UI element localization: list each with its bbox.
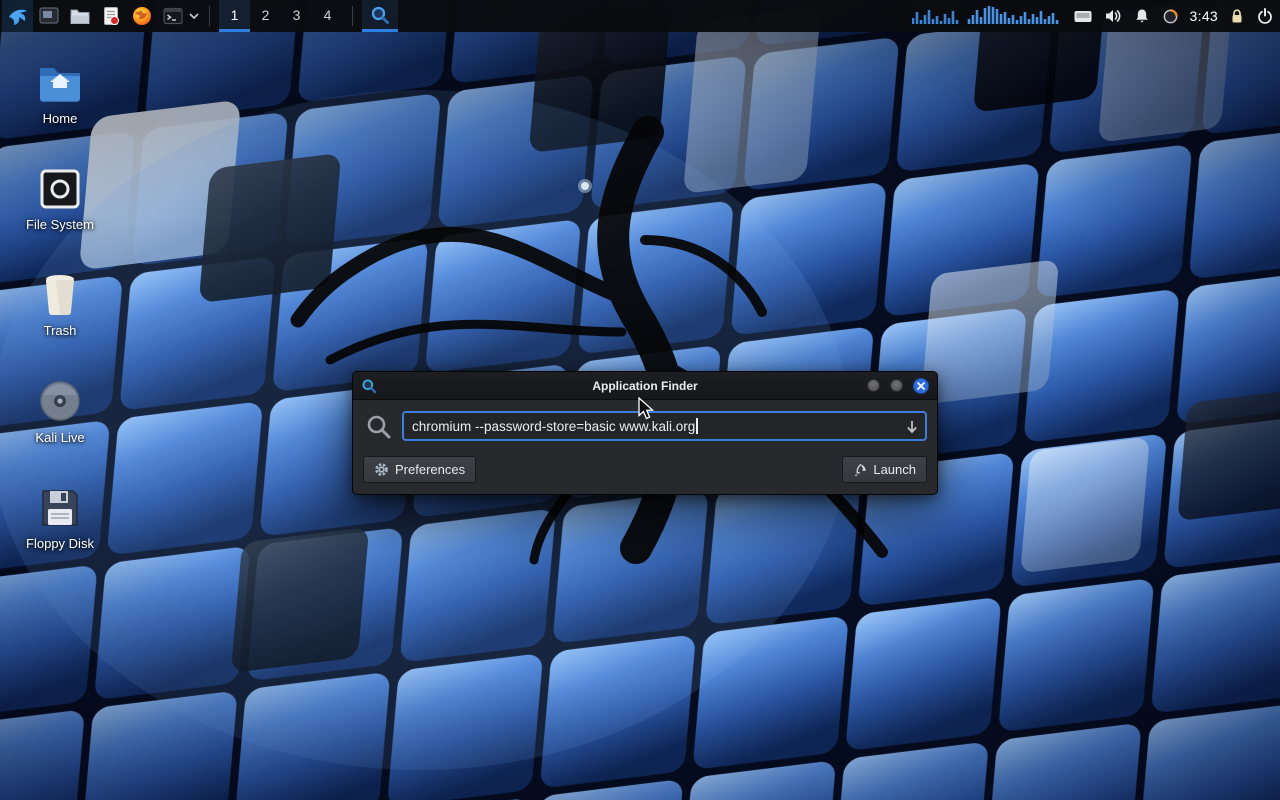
kali-menu-icon: [6, 4, 30, 28]
desktop-icon-label: Home: [12, 111, 108, 126]
launch-icon: [853, 463, 867, 477]
mouse-cursor: [637, 397, 657, 421]
desktop-icon-label: File System: [12, 217, 108, 232]
workspace-4[interactable]: 4: [312, 0, 343, 32]
firefox-launcher[interactable]: [126, 0, 157, 32]
terminal-launcher[interactable]: [157, 0, 188, 32]
workspace-2[interactable]: 2: [250, 0, 281, 32]
window-title: Application Finder: [353, 379, 937, 393]
launch-label: Launch: [873, 462, 916, 477]
application-finder-window: Application Finder chromium --password-s…: [352, 371, 938, 495]
button-row: Preferences Launch: [353, 447, 937, 494]
workspace-1[interactable]: 1: [219, 0, 250, 32]
preferences-label: Preferences: [395, 462, 465, 477]
titlebar[interactable]: Application Finder: [353, 372, 937, 400]
kali-menu-button[interactable]: [2, 0, 33, 32]
magnifier-icon: [370, 5, 390, 25]
close-icon: [917, 382, 925, 390]
dropdown-arrow-icon[interactable]: [905, 419, 919, 436]
panel-separator: [209, 6, 210, 26]
power-tray-button[interactable]: [1256, 7, 1274, 25]
home-folder-icon: [36, 62, 84, 104]
search-icon: [365, 413, 392, 440]
volume-icon: [1104, 8, 1122, 24]
application-finder-task-button[interactable]: [362, 0, 398, 32]
power-icon: [1256, 7, 1274, 25]
desktop-icon-floppy-disk[interactable]: Floppy Disk: [12, 481, 108, 551]
display-tray-button[interactable]: [1073, 8, 1093, 25]
search-input[interactable]: chromium --password-store=basic www.kali…: [402, 411, 927, 441]
desktop-icon-kali-live[interactable]: Kali Live: [12, 375, 108, 445]
panel-separator: [352, 6, 353, 26]
text-editor-icon: [100, 5, 122, 27]
display-icon: [1073, 8, 1093, 25]
magnifier-icon: [361, 378, 377, 394]
status-circle-icon: [1162, 8, 1179, 25]
close-button[interactable]: [913, 378, 929, 394]
floppy-disk-icon: [39, 487, 81, 529]
panel-right: 3:43: [912, 0, 1280, 32]
file-system-icon: [39, 168, 81, 210]
audio-visualizer[interactable]: [912, 5, 1062, 27]
bell-icon: [1133, 8, 1151, 24]
text-caret: [696, 418, 698, 434]
file-manager-icon: [68, 5, 92, 27]
terminal-icon: [161, 5, 185, 27]
desktop-icon-trash[interactable]: Trash: [12, 268, 108, 338]
desktop-icon-label: Floppy Disk: [12, 536, 108, 551]
lock-tray-button[interactable]: [1229, 8, 1245, 25]
status-tray-button[interactable]: [1162, 8, 1179, 25]
desktop-icon-label: Trash: [12, 323, 108, 338]
desktop-icon-label: Kali Live: [12, 430, 108, 445]
volume-tray-button[interactable]: [1104, 8, 1122, 24]
titlebar-buttons: [867, 378, 929, 394]
window-icon: [37, 5, 61, 27]
desktop-icon-home[interactable]: Home: [12, 56, 108, 126]
desktop-icon-file-system[interactable]: File System: [12, 162, 108, 232]
text-editor-launcher[interactable]: [95, 0, 126, 32]
launch-button[interactable]: Launch: [842, 456, 927, 483]
gear-icon: [374, 462, 389, 477]
preferences-button[interactable]: Preferences: [363, 456, 476, 483]
firefox-icon: [131, 5, 153, 27]
file-manager-launcher[interactable]: [64, 0, 95, 32]
trash-icon: [40, 272, 80, 316]
kali-live-icon: [38, 379, 82, 423]
panel-left: 1 2 3 4: [0, 0, 398, 32]
notifications-tray-button[interactable]: [1133, 8, 1151, 24]
top-panel: 1 2 3 4: [0, 0, 1280, 32]
clock[interactable]: 3:43: [1190, 8, 1218, 24]
window-launcher[interactable]: [33, 0, 64, 32]
chevron-down-icon: [189, 12, 199, 20]
workspace-3[interactable]: 3: [281, 0, 312, 32]
maximize-button[interactable]: [890, 379, 903, 392]
terminal-menu-toggle[interactable]: [188, 0, 200, 32]
minimize-button[interactable]: [867, 379, 880, 392]
lock-icon: [1229, 8, 1245, 25]
